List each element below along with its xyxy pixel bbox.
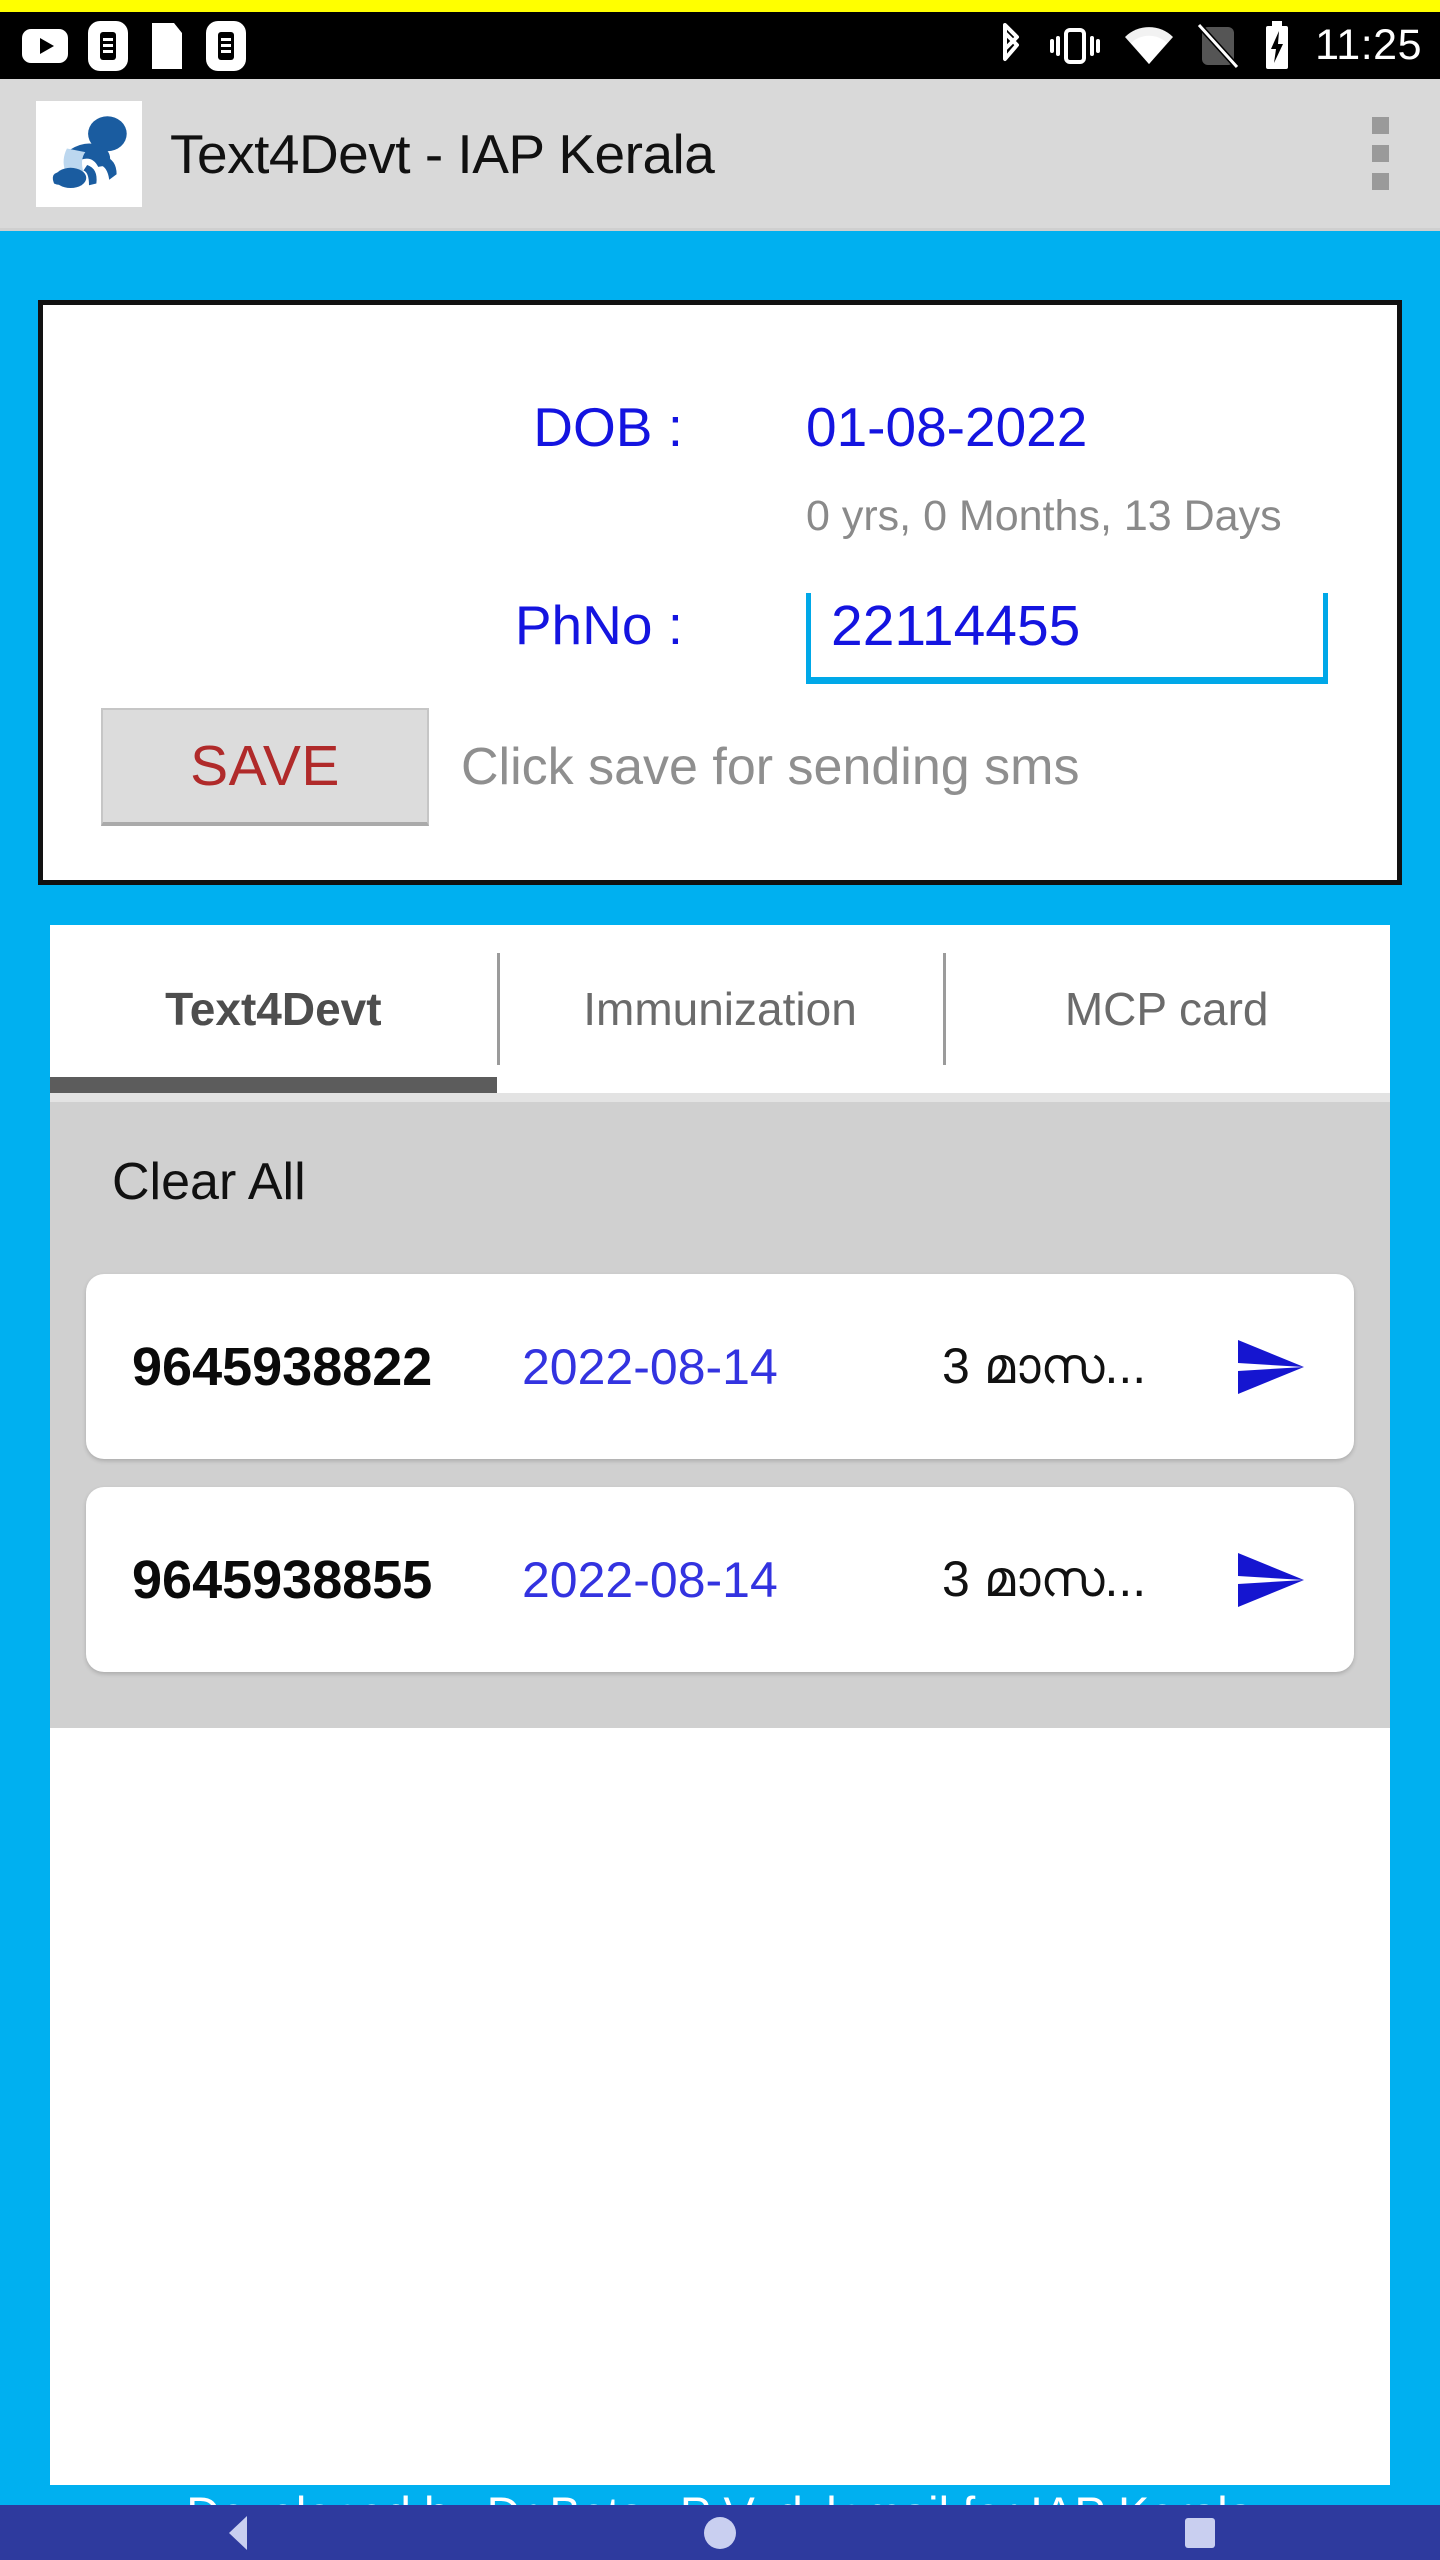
- tab-immunization[interactable]: Immunization: [496, 925, 944, 1093]
- phone-input-value[interactable]: 22114455: [811, 593, 1323, 667]
- send-icon[interactable]: [1216, 1336, 1312, 1398]
- app-bar: Text4Devt - IAP Kerala: [0, 79, 1440, 231]
- tab-bar: Text4Devt Immunization MCP card: [50, 925, 1390, 1093]
- row-message: 3 മാസ...: [942, 1338, 1147, 1394]
- status-bar: 11:25: [0, 12, 1440, 79]
- phone-row: PhNo : 22114455: [43, 593, 1397, 684]
- file-icon: [152, 22, 182, 69]
- overflow-menu-icon[interactable]: [1348, 117, 1412, 190]
- save-row: SAVE Click save for sending sms: [43, 708, 1397, 826]
- overflow-dot: [1371, 145, 1389, 162]
- vibrate-icon: [1050, 27, 1101, 64]
- table-row[interactable]: 9645938822 2022-08-14 3 മാസ...: [86, 1274, 1354, 1459]
- save-hint-text: Click save for sending sms: [461, 738, 1080, 796]
- phone-label: PhNo :: [514, 594, 683, 656]
- system-nav-bar: [0, 2505, 1440, 2560]
- dob-value[interactable]: 01-08-2022: [806, 395, 1087, 459]
- active-tab-indicator: [50, 1077, 497, 1093]
- age-text: 0 yrs, 0 Months, 13 Days: [806, 492, 1282, 540]
- row-phone: 9645938822: [132, 1336, 433, 1397]
- bluetooth-icon: [1003, 22, 1020, 61]
- screen-record-icon: [206, 20, 246, 71]
- overflow-dot: [1371, 117, 1389, 134]
- send-arrow-glyph: [1238, 1552, 1304, 1607]
- recents-icon[interactable]: [1177, 2510, 1223, 2556]
- yellow-accent-strip: [0, 0, 1440, 12]
- dob-label: DOB :: [533, 396, 683, 458]
- sms-list: 9645938822 2022-08-14 3 മാസ... 964593885…: [50, 1262, 1390, 1728]
- row-date: 2022-08-14: [522, 1551, 778, 1608]
- crawling-baby-icon: [52, 115, 127, 188]
- status-clock: 11:25: [1315, 21, 1422, 69]
- clear-all-label: Clear All: [112, 1153, 306, 1211]
- send-arrow-glyph: [1238, 1339, 1304, 1394]
- phone-input[interactable]: 22114455: [806, 593, 1328, 684]
- wifi-icon: [1125, 26, 1174, 64]
- row-date: 2022-08-14: [522, 1338, 778, 1395]
- home-icon[interactable]: [697, 2510, 743, 2556]
- patient-info-card: DOB : 01-08-2022 0 yrs, 0 Months, 13 Day…: [38, 300, 1402, 885]
- tab-divider: [50, 1093, 1390, 1102]
- app-screen: 11:25 Text4Devt - IAP Kerala DOB : 01-08…: [0, 0, 1440, 2560]
- youtube-icon: [22, 28, 68, 63]
- clear-all-button[interactable]: Clear All: [50, 1102, 1390, 1262]
- row-phone: 9645938855: [132, 1549, 433, 1610]
- content-card: Text4Devt Immunization MCP card Clear Al…: [50, 925, 1390, 2485]
- tab-text4devt[interactable]: Text4Devt: [50, 925, 497, 1093]
- table-row[interactable]: 9645938855 2022-08-14 3 മാസ...: [86, 1487, 1354, 1672]
- row-message: 3 മാസ...: [942, 1551, 1147, 1607]
- list-empty-space: [50, 1728, 1390, 2485]
- status-system-icons: 11:25: [995, 20, 1422, 71]
- back-icon[interactable]: [217, 2510, 263, 2556]
- battery-charging-icon: [1266, 20, 1289, 69]
- page-title: Text4Devt - IAP Kerala: [170, 122, 715, 185]
- save-button[interactable]: SAVE: [101, 708, 429, 826]
- dob-row: DOB : 01-08-2022: [43, 305, 1397, 459]
- screen-record-icon: [88, 20, 128, 71]
- tab-mcp-card[interactable]: MCP card: [943, 925, 1390, 1093]
- overflow-dot: [1371, 173, 1389, 190]
- no-sim-icon: [1197, 22, 1240, 69]
- app-logo: [36, 100, 142, 207]
- send-icon[interactable]: [1216, 1549, 1312, 1611]
- status-notification-icons: [22, 20, 995, 71]
